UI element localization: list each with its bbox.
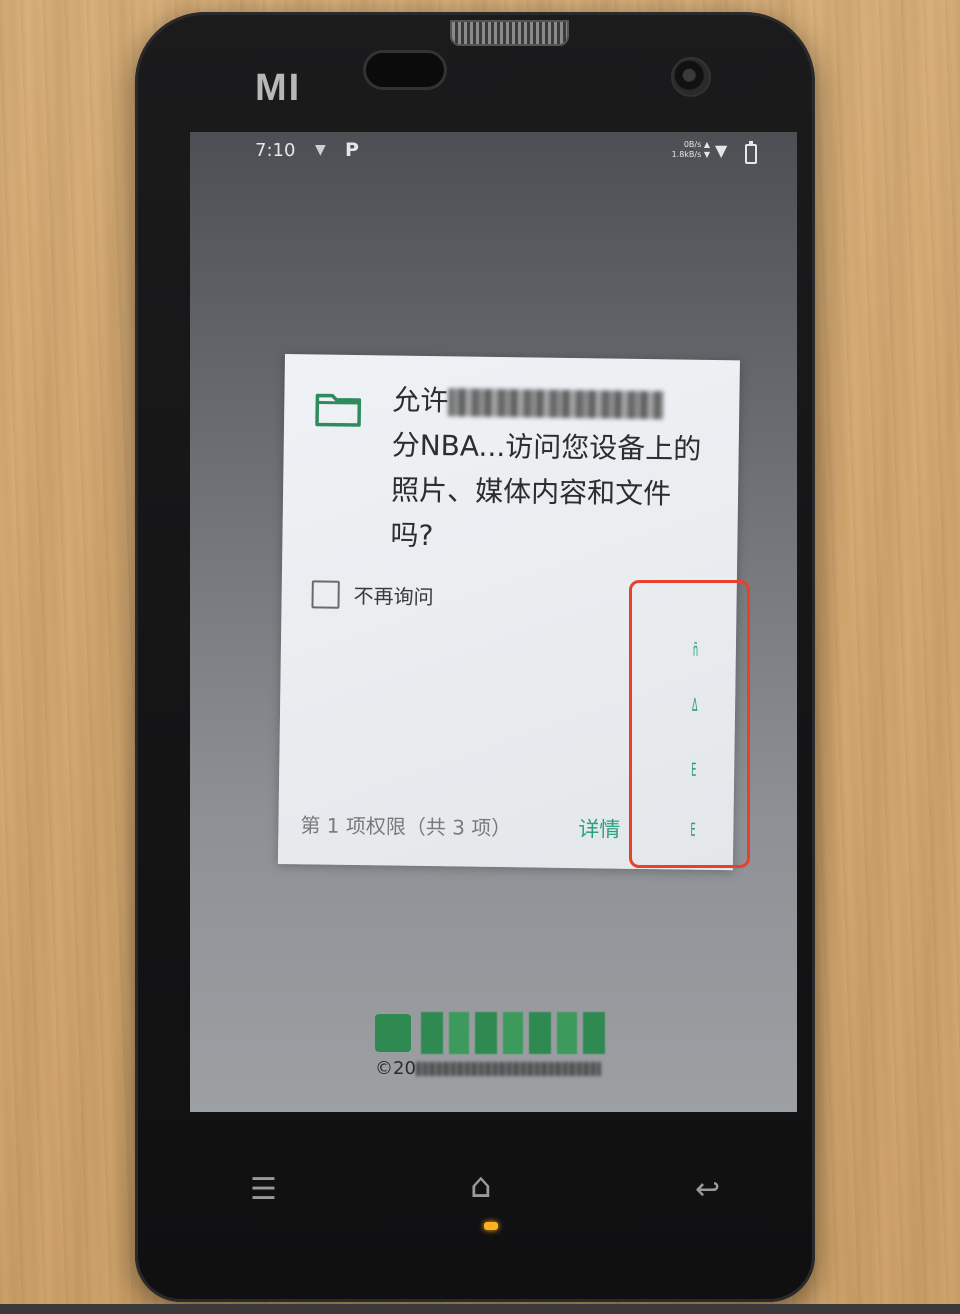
menu-icon[interactable]: ☰ bbox=[250, 1172, 277, 1207]
notification-p-icon: P bbox=[345, 139, 359, 161]
battery-icon bbox=[745, 141, 757, 164]
home-icon[interactable]: ⌂ bbox=[470, 1166, 492, 1206]
home-led-indicator bbox=[484, 1222, 498, 1230]
redacted-company-name bbox=[415, 1062, 601, 1076]
brand-logo-mark bbox=[375, 1014, 411, 1052]
front-camera bbox=[671, 57, 711, 97]
back-icon[interactable]: ↩ bbox=[695, 1172, 720, 1207]
earpiece bbox=[363, 50, 447, 90]
dont-ask-again-label: 不再询问 bbox=[353, 583, 434, 610]
dont-ask-again-row[interactable]: 不再询问 bbox=[311, 579, 434, 610]
hardware-navigation-keys: ☰ ⌂ ↩ bbox=[135, 1166, 815, 1232]
dont-ask-again-checkbox[interactable] bbox=[311, 579, 340, 609]
copyright-text: ©20 bbox=[375, 1058, 601, 1079]
status-time: 7:10 bbox=[255, 140, 296, 161]
upload-speed: 0B/s bbox=[683, 140, 702, 149]
download-speed: 1.8kB/s bbox=[671, 150, 702, 159]
copyright-prefix: ©20 bbox=[375, 1058, 416, 1079]
permission-counter: 第 1 项权限（共 3 项） bbox=[300, 813, 512, 841]
permission-message: 允许 分NBA...访问您设备上的照片、媒体内容和文件吗? bbox=[390, 378, 712, 562]
message-prefix: 允许 bbox=[392, 383, 449, 418]
status-bar: 7:10 ▼ P 0B/s ▲ 1.8kB/s ▼ ▼ bbox=[190, 132, 797, 172]
wifi-question-icon: ▼ bbox=[315, 142, 326, 158]
details-button[interactable]: 详情 bbox=[578, 813, 620, 844]
network-speed: 0B/s ▲ 1.8kB/s ▼ bbox=[671, 140, 710, 159]
folder-icon bbox=[315, 393, 362, 427]
brand-logo-wordmark bbox=[421, 1012, 607, 1054]
redacted-app-name bbox=[448, 388, 664, 420]
splash-brand-logo bbox=[375, 1012, 607, 1056]
message-suffix: 分NBA...访问您设备上的照片、媒体内容和文件吗? bbox=[390, 428, 702, 553]
annotation-highlight-box bbox=[629, 580, 750, 868]
wifi-icon: ▼ bbox=[715, 141, 728, 160]
speaker-grille bbox=[450, 20, 569, 46]
mi-logo: MI bbox=[255, 67, 302, 109]
bottom-strip bbox=[0, 1304, 960, 1314]
